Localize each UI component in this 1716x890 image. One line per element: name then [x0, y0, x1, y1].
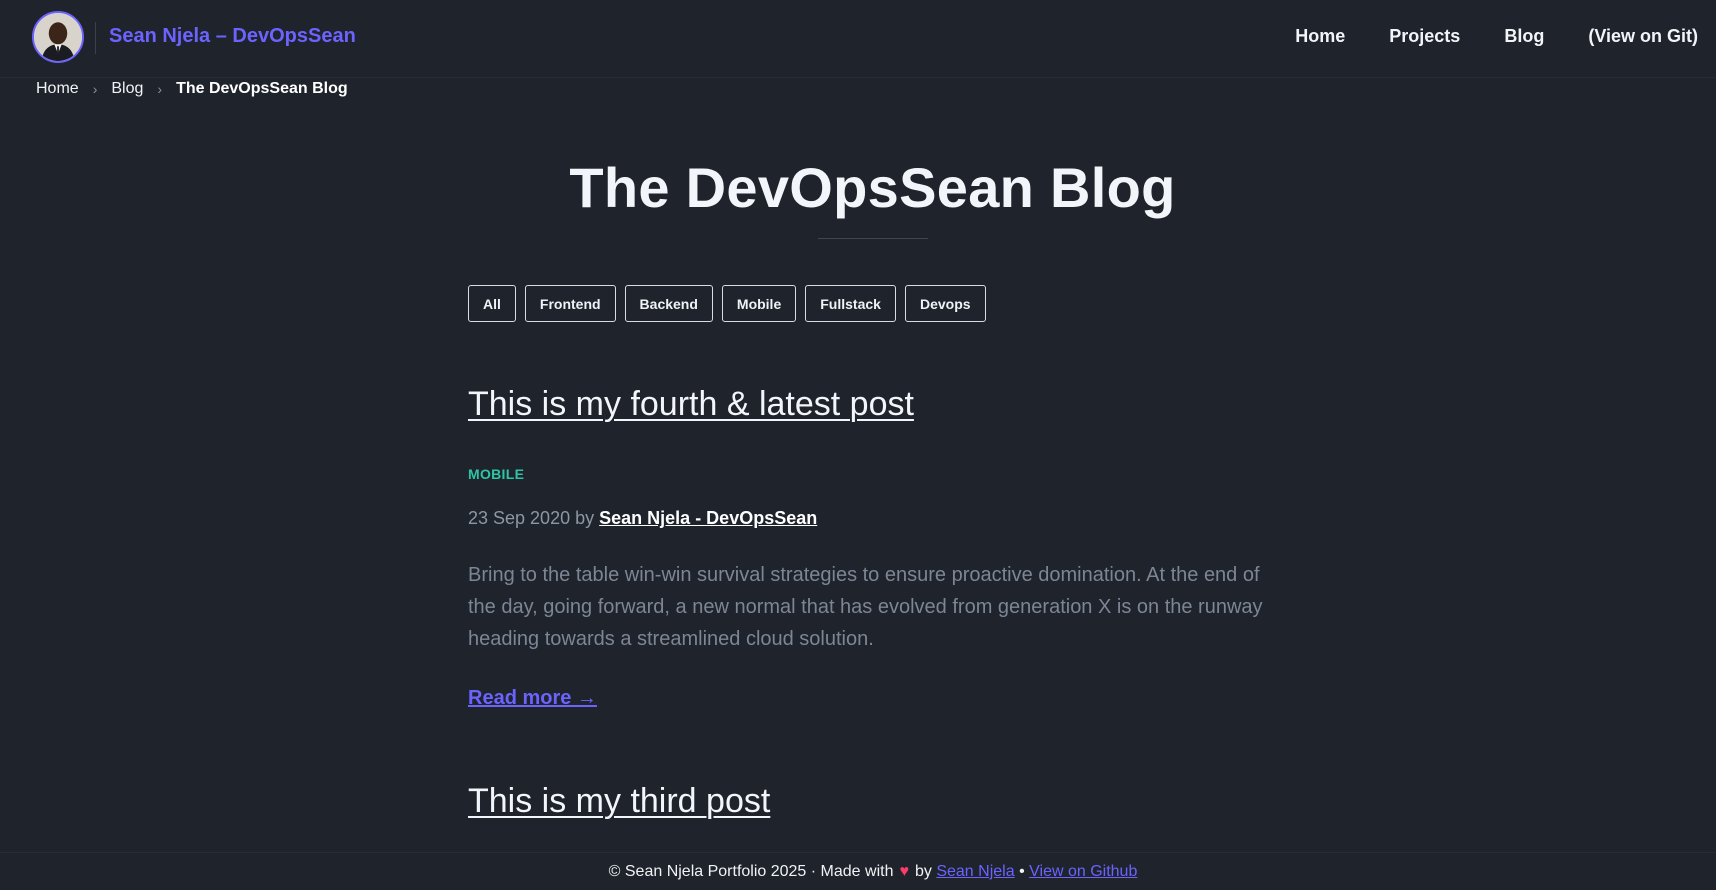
footer-by: by [914, 862, 932, 880]
post-excerpt: Bring to the table win-win survival stra… [468, 564, 1263, 650]
footer-copyright: © Sean Njela Portfolio 2025 · Made with [608, 862, 894, 880]
nav-home[interactable]: Home [1295, 26, 1345, 47]
footer-author-link[interactable]: Sean Njela [936, 863, 1014, 881]
breadcrumb-home[interactable]: Home [36, 80, 79, 98]
post-title-link[interactable]: This is my third post [468, 782, 770, 821]
blog-post: This is my fourth & latest post MOBILE 2… [468, 385, 1288, 725]
page-title: The DevOpsSean Blog [569, 156, 1176, 219]
chevron-right-icon: › [157, 81, 163, 97]
site-brand-link[interactable]: Sean Njela – DevOpsSean [109, 25, 356, 48]
category-filters: All Frontend Backend Mobile Fullstack De… [468, 285, 995, 322]
filter-frontend-button[interactable]: Frontend [524, 285, 616, 322]
filter-devops-button[interactable]: Devops [904, 285, 986, 322]
title-divider [818, 238, 928, 239]
nav-projects[interactable]: Projects [1389, 26, 1460, 47]
filter-backend-button[interactable]: Backend [624, 285, 713, 322]
post-date: 23 Sep 2020 [468, 508, 571, 528]
breadcrumb-blog[interactable]: Blog [111, 80, 143, 98]
blog-post: This is my third post [468, 782, 1288, 842]
profile-photo [34, 13, 82, 61]
heart-icon: ♥ [899, 862, 909, 880]
read-more-link[interactable]: Read more → [468, 687, 597, 710]
post-category-tag[interactable]: MOBILE [468, 466, 524, 482]
breadcrumb-current: The DevOpsSean Blog [176, 80, 348, 97]
footer-bullet: • [1019, 862, 1025, 880]
avatar[interactable] [32, 11, 84, 63]
post-by: by [575, 508, 595, 528]
chevron-right-icon: › [92, 81, 98, 97]
breadcrumb: Home › Blog › The DevOpsSean Blog [36, 80, 348, 98]
post-author-link[interactable]: Sean Njela - DevOpsSean [599, 508, 817, 528]
top-navbar: Sean Njela – DevOpsSean Home Projects Bl… [0, 0, 1716, 78]
nav-view-on-git[interactable]: (View on Git) [1588, 26, 1698, 47]
filter-fullstack-button[interactable]: Fullstack [805, 285, 896, 322]
filter-mobile-button[interactable]: Mobile [721, 285, 797, 322]
nav-blog[interactable]: Blog [1504, 26, 1544, 47]
post-meta: 23 Sep 2020 by Sean Njela - DevOpsSean [468, 508, 817, 529]
footer-github-link[interactable]: View on Github [1029, 863, 1137, 881]
brand-divider [95, 22, 96, 54]
post-title-link[interactable]: This is my fourth & latest post [468, 385, 914, 424]
filter-all-button[interactable]: All [468, 285, 516, 322]
footer: © Sean Njela Portfolio 2025 · Made with … [0, 852, 1716, 890]
main-nav: Home Projects Blog (View on Git) [1251, 26, 1698, 47]
